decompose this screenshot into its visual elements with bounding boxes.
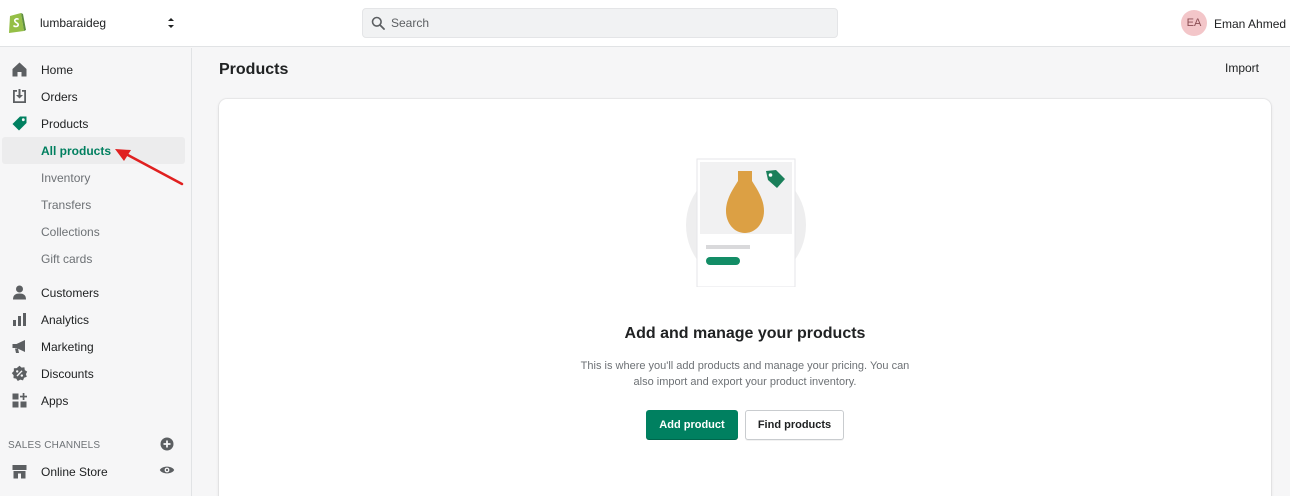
sidebar-item-products[interactable]: Products	[0, 110, 192, 137]
add-channel-icon[interactable]	[160, 437, 174, 451]
eye-icon[interactable]	[159, 464, 175, 476]
search-icon	[371, 16, 385, 30]
discount-icon	[11, 365, 28, 381]
sidebar-item-transfers[interactable]: Transfers	[0, 191, 192, 218]
orders-icon	[13, 89, 26, 103]
person-icon	[13, 285, 26, 300]
megaphone-icon	[12, 340, 25, 353]
sidebar-item-label: Collections	[41, 225, 100, 239]
sidebar-item-label: Online Store	[41, 465, 108, 479]
sidebar-item-label: Home	[41, 63, 74, 77]
empty-state-heading: Add and manage your products	[624, 325, 866, 342]
empty-state-description: This is where you'll add products and ma…	[580, 360, 910, 388]
store-icon	[12, 465, 27, 479]
search-bar[interactable]	[362, 8, 838, 38]
import-button[interactable]: Import	[1225, 61, 1259, 75]
top-bar: lumbaraideg EA Eman Ahmed	[0, 0, 1290, 47]
bar-chart-icon	[13, 313, 26, 326]
sidebar-item-label: Apps	[41, 394, 69, 408]
tag-icon	[12, 116, 27, 131]
sidebar-item-marketing[interactable]: Marketing	[0, 333, 192, 360]
sidebar-item-label: Orders	[41, 90, 78, 104]
sidebar-item-label: Discounts	[41, 367, 94, 381]
shopify-logo-icon[interactable]	[7, 10, 27, 34]
sidebar-item-home[interactable]: Home	[0, 56, 192, 83]
sidebar-item-label: Inventory	[41, 171, 91, 185]
avatar: EA	[1181, 10, 1207, 36]
sidebar-item-label: Transfers	[41, 198, 92, 212]
sales-channels-heading: SALES CHANNELS	[8, 440, 101, 451]
annotation-arrow-icon	[115, 149, 184, 186]
find-products-button[interactable]: Find products	[745, 410, 844, 440]
sidebar-item-orders[interactable]: Orders	[0, 83, 192, 110]
sidebar-item-label: Marketing	[41, 340, 94, 354]
sidebar-item-label: Gift cards	[41, 252, 93, 266]
store-name[interactable]: lumbaraideg	[40, 16, 106, 30]
home-icon	[12, 62, 27, 77]
empty-state-card: Add and manage your products This is whe…	[219, 99, 1271, 496]
search-input[interactable]	[391, 9, 831, 37]
sidebar-item-customers[interactable]: Customers	[0, 279, 192, 306]
sidebar-item-gift-cards[interactable]: Gift cards	[0, 245, 192, 272]
page-title: Products	[219, 61, 289, 78]
user-name: Eman Ahmed	[1214, 17, 1287, 31]
sidebar-item-apps[interactable]: Apps	[0, 387, 192, 414]
sidebar-item-label: Analytics	[41, 313, 90, 327]
sidebar-item-label: All products	[41, 144, 112, 158]
product-illustration-icon	[686, 158, 806, 287]
sidebar-item-label: Products	[41, 117, 89, 131]
add-product-button[interactable]: Add product	[646, 410, 738, 440]
sidebar-item-label: Customers	[41, 286, 100, 300]
sidebar-item-analytics[interactable]: Analytics	[0, 306, 192, 333]
store-switch-chevron-icon[interactable]	[165, 14, 177, 32]
sidebar-item-collections[interactable]: Collections	[0, 218, 192, 245]
sidebar-item-discounts[interactable]: Discounts	[0, 360, 192, 387]
sidebar: Home Orders Products All products Invent…	[0, 48, 192, 496]
apps-icon	[12, 393, 27, 408]
